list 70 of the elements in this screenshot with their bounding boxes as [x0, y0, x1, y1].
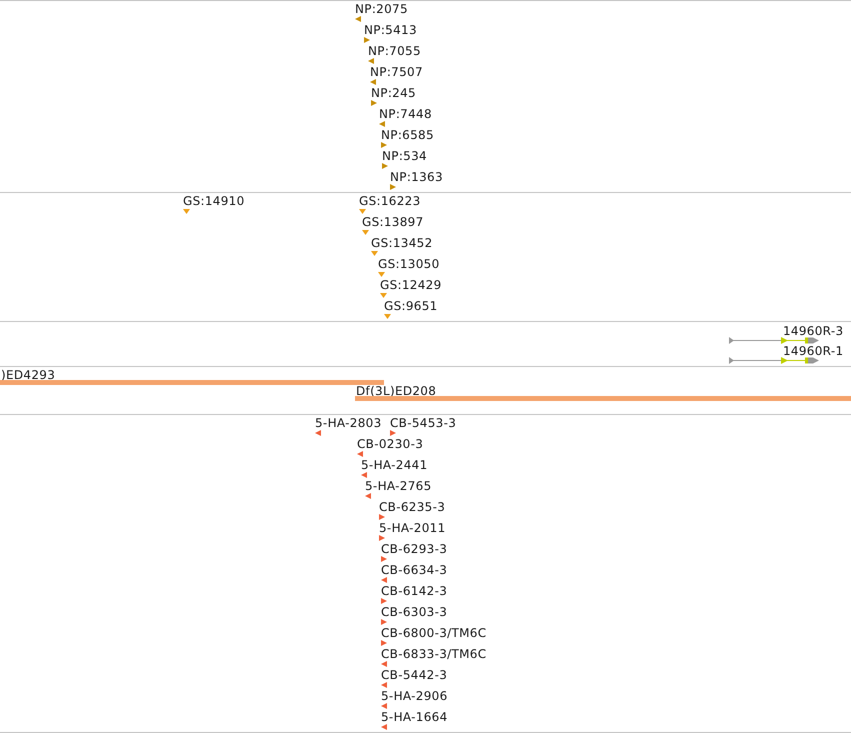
feature-label: CB-6800-3/TM6C [381, 627, 486, 639]
feature-label: NP:5413 [364, 24, 417, 36]
feature-label: NP:245 [371, 87, 416, 99]
down-triangle-icon[interactable] [378, 272, 385, 277]
right-triangle-icon[interactable] [381, 142, 387, 148]
left-triangle-icon[interactable] [381, 661, 387, 667]
right-triangle-icon[interactable] [371, 100, 377, 106]
left-triangle-icon[interactable] [368, 58, 374, 64]
right-triangle-icon[interactable] [382, 163, 388, 169]
down-triangle-icon[interactable] [183, 209, 190, 214]
deficiency-label: Df(3L)ED208 [356, 385, 436, 397]
right-triangle-icon[interactable] [390, 430, 396, 436]
right-triangle-icon[interactable] [379, 514, 385, 520]
transcript-label: 14960R-1 [783, 345, 844, 357]
right-triangle-icon[interactable] [381, 556, 387, 562]
feature-label: 5-HA-2441 [361, 459, 428, 471]
feature-label: CB-6142-3 [381, 585, 448, 597]
feature-label: 5-HA-2803 [315, 417, 382, 429]
feature-label: GS:16223 [359, 195, 421, 207]
feature-label: GS:12429 [380, 279, 442, 291]
right-triangle-icon[interactable] [364, 37, 370, 43]
down-triangle-icon[interactable] [384, 314, 391, 319]
left-triangle-icon[interactable] [365, 493, 371, 499]
feature-label: NP:534 [382, 150, 427, 162]
feature-label: NP:6585 [381, 129, 434, 141]
feature-label: GS:13452 [371, 237, 433, 249]
feature-label: NP:2075 [355, 3, 408, 15]
feature-label: 5-HA-2906 [381, 690, 448, 702]
feature-label: CB-0230-3 [357, 438, 424, 450]
gene-model-drawing[interactable] [729, 357, 819, 364]
down-triangle-icon[interactable] [380, 293, 387, 298]
feature-label: CB-6293-3 [381, 543, 448, 555]
feature-label: GS:9651 [384, 300, 438, 312]
feature-label: CB-6303-3 [381, 606, 448, 618]
deficiency-label: )ED4293 [1, 369, 56, 381]
left-triangle-icon[interactable] [381, 682, 387, 688]
feature-label: NP:7055 [368, 45, 421, 57]
feature-label: CB-6634-3 [381, 564, 448, 576]
feature-label: CB-5442-3 [381, 669, 448, 681]
right-triangle-icon[interactable] [381, 619, 387, 625]
transcript-label: 14960R-3 [783, 325, 844, 337]
feature-label: CB-5453-3 [390, 417, 456, 429]
feature-label: NP:7507 [370, 66, 423, 78]
feature-label: 5-HA-2011 [379, 522, 446, 534]
down-triangle-icon[interactable] [359, 209, 366, 214]
down-triangle-icon[interactable] [371, 251, 378, 256]
feature-label: CB-6235-3 [379, 501, 446, 513]
feature-label: 5-HA-1664 [381, 711, 448, 723]
left-triangle-icon[interactable] [315, 430, 321, 436]
left-triangle-icon[interactable] [361, 472, 367, 478]
right-triangle-icon[interactable] [390, 184, 396, 190]
left-triangle-icon[interactable] [379, 121, 385, 127]
feature-label: GS:14910 [183, 195, 245, 207]
left-triangle-icon[interactable] [381, 703, 387, 709]
down-triangle-icon[interactable] [362, 230, 369, 235]
left-triangle-icon[interactable] [355, 16, 361, 22]
feature-label: CB-6833-3/TM6C [381, 648, 486, 660]
feature-label: NP:1363 [390, 171, 443, 183]
right-triangle-icon[interactable] [381, 598, 387, 604]
gene-model-drawing[interactable] [729, 337, 819, 344]
right-triangle-icon[interactable] [381, 640, 387, 646]
left-triangle-icon[interactable] [357, 451, 363, 457]
right-triangle-icon[interactable] [379, 535, 385, 541]
feature-label: 5-HA-2765 [365, 480, 432, 492]
left-triangle-icon[interactable] [370, 79, 376, 85]
feature-label: NP:7448 [379, 108, 432, 120]
left-triangle-icon[interactable] [381, 724, 387, 730]
feature-label: GS:13050 [378, 258, 440, 270]
left-triangle-icon[interactable] [381, 577, 387, 583]
feature-label: GS:13897 [362, 216, 424, 228]
